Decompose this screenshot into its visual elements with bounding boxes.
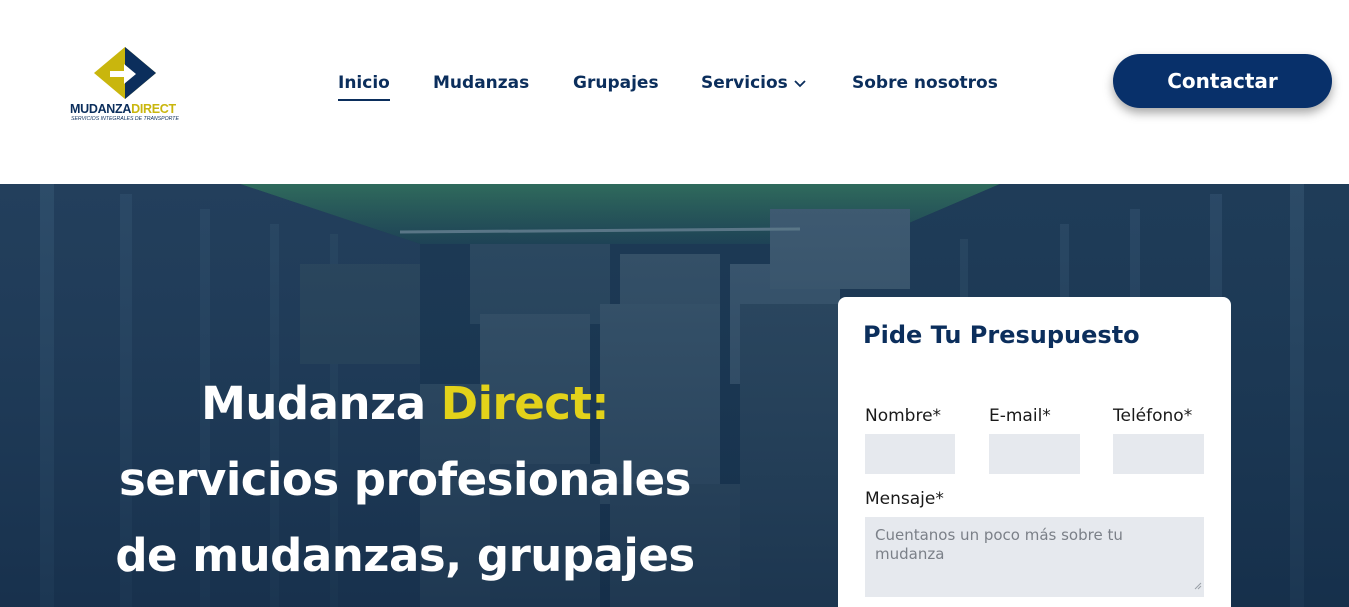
message-placeholder: Cuentanos un poco más sobre tu mudanza (875, 526, 1123, 563)
quote-form: Pide Tu Presupuesto Nombre* E-mail* Telé… (838, 297, 1231, 607)
hero-heading: Mudanza Direct: servicios profesionales … (60, 366, 750, 594)
brand-tagline: SERVICIOS INTEGRALES DE TRANSPORTE (71, 116, 179, 122)
hero-section: Mudanza Direct: servicios profesionales … (0, 184, 1349, 607)
hero-heading-line1: Mudanza Direct: (60, 366, 750, 442)
resize-handle-icon[interactable] (1194, 576, 1202, 595)
brand-wordmark: MUDANZADIRECT (70, 102, 176, 116)
email-label: E-mail* (989, 406, 1051, 426)
brand-logo[interactable]: MUDANZADIRECT SERVICIOS INTEGRALES DE TR… (70, 45, 182, 125)
phone-input[interactable] (1113, 434, 1204, 474)
form-title: Pide Tu Presupuesto (863, 321, 1140, 349)
message-label: Mensaje* (865, 489, 944, 509)
message-textarea[interactable]: Cuentanos un poco más sobre tu mudanza (865, 517, 1204, 597)
phone-label: Teléfono* (1113, 406, 1193, 426)
site-header: MUDANZADIRECT SERVICIOS INTEGRALES DE TR… (0, 0, 1349, 184)
nav-item-sobre-nosotros[interactable]: Sobre nosotros (852, 73, 998, 93)
hero-heading-line2: servicios profesionales (119, 453, 691, 506)
brand-word-1: MUDANZA (70, 102, 132, 116)
chevron-down-icon[interactable] (794, 73, 806, 93)
nav-item-grupajes[interactable]: Grupajes (573, 73, 659, 93)
name-label: Nombre* (865, 406, 942, 426)
name-input[interactable] (865, 434, 955, 474)
contact-button[interactable]: Contactar (1113, 54, 1332, 108)
hero-heading-highlight: Direct: (440, 377, 610, 430)
nav-item-servicios-label: Servicios (701, 73, 788, 93)
hero-heading-line3: de mudanzas, grupajes (115, 529, 695, 582)
nav-item-servicios[interactable]: Servicios (701, 73, 806, 93)
hero-heading-part1: Mudanza (201, 377, 441, 430)
brand-word-2: DIRECT (131, 102, 176, 116)
nav-item-inicio[interactable]: Inicio (338, 73, 390, 101)
brand-arrows-icon (94, 47, 156, 99)
email-input[interactable] (989, 434, 1080, 474)
nav-item-mudanzas[interactable]: Mudanzas (433, 73, 529, 93)
